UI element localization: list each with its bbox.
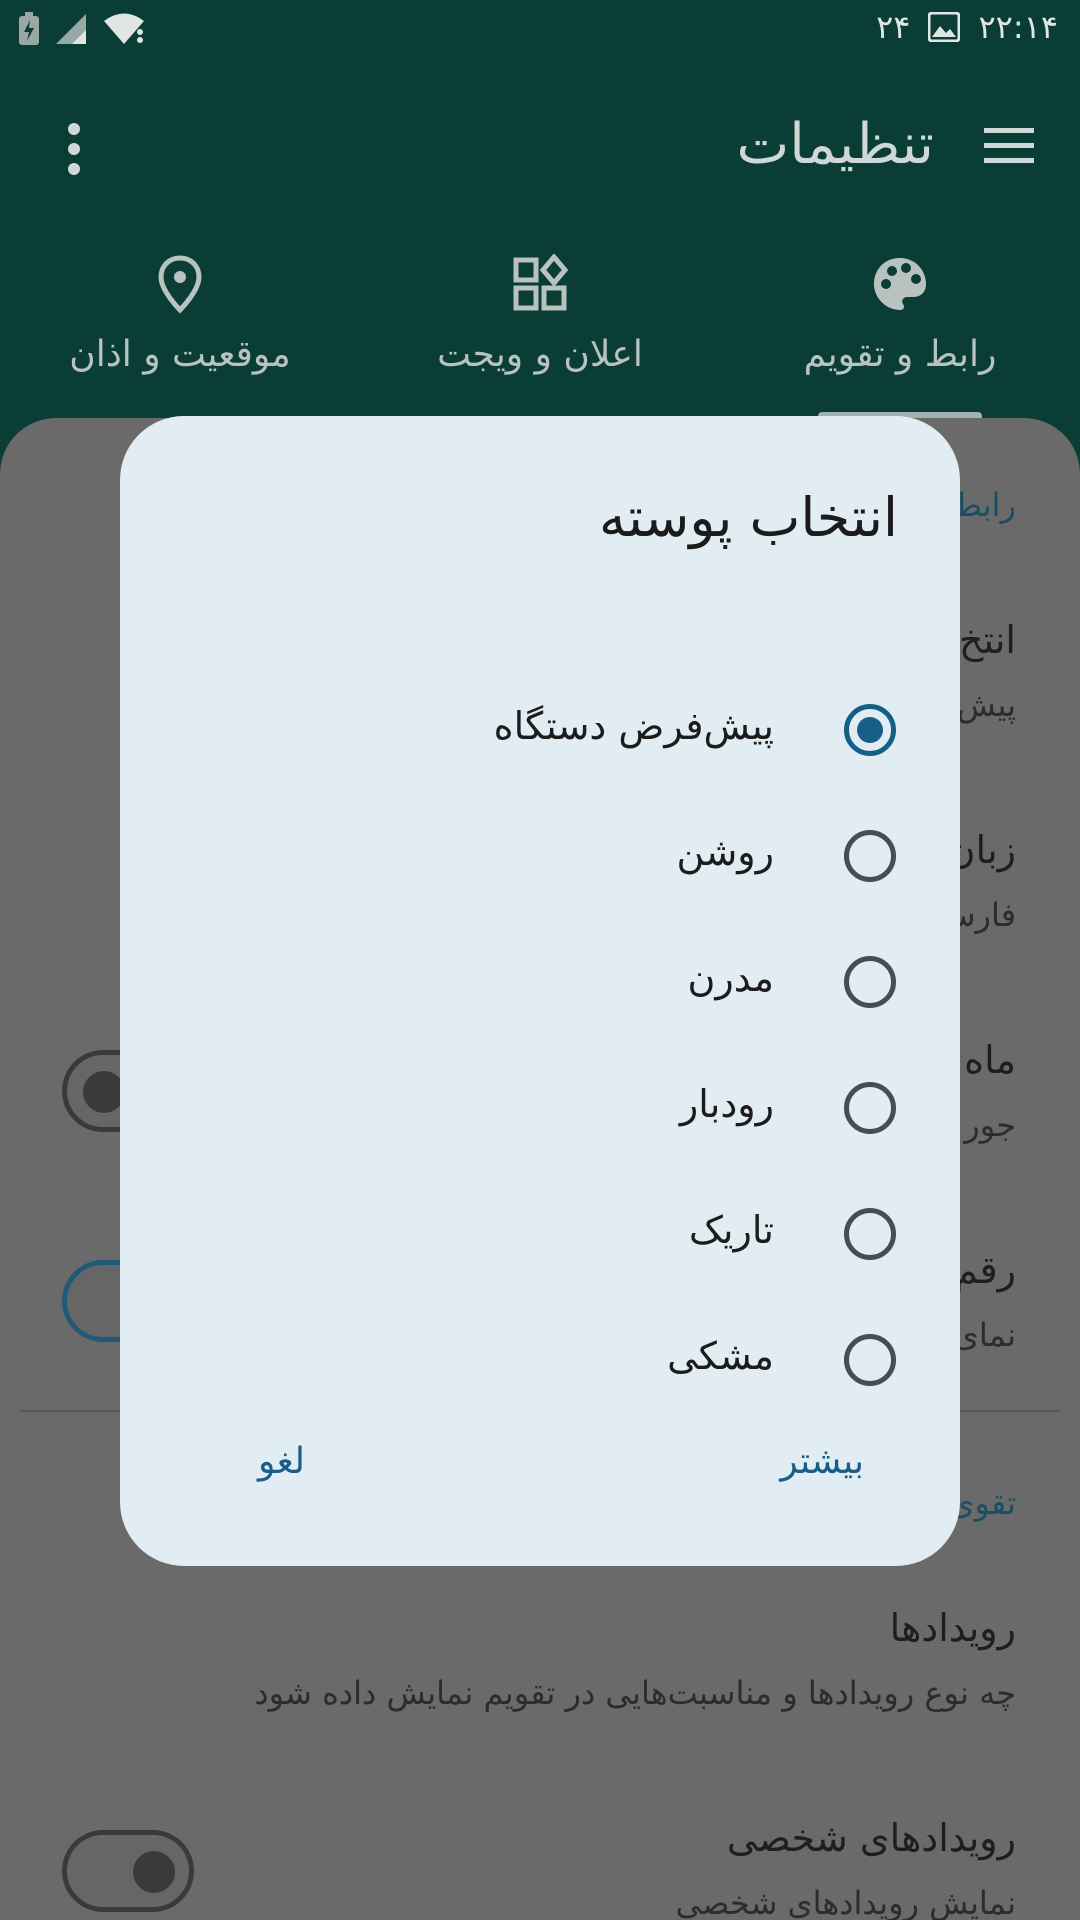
hamburger-menu-icon[interactable] bbox=[984, 126, 1034, 166]
tab-notification-widget[interactable]: اعلان و ویجت bbox=[380, 232, 700, 412]
theme-option-dark[interactable]: تاریک bbox=[196, 1184, 896, 1284]
tab-location-azan[interactable]: موقعیت و اذان bbox=[20, 232, 340, 412]
status-time: ۲۲:۱۴ bbox=[978, 8, 1058, 46]
dialog-title: انتخاب پوسته bbox=[598, 486, 898, 549]
theme-dialog: انتخاب پوسته پیش‌فرض دستگاه روشن مدرن رو… bbox=[120, 416, 960, 1566]
radio-button[interactable] bbox=[844, 830, 896, 882]
battery-charging-icon bbox=[19, 12, 39, 45]
setting-subtitle: جور bbox=[964, 1106, 1016, 1144]
toggle-knob bbox=[83, 1071, 125, 1113]
personal-events-subtitle: نمایش رویدادهای شخصی bbox=[675, 1884, 1016, 1920]
status-icons-right: ۲۴ ۲۲:۱۴ bbox=[876, 8, 1058, 46]
option-label: روشن bbox=[676, 830, 774, 874]
setting-subtitle: نمای bbox=[953, 1316, 1016, 1354]
tab-label: اعلان و ویجت bbox=[437, 334, 643, 375]
option-label: تاریک bbox=[688, 1208, 774, 1252]
signal-icon bbox=[56, 14, 86, 44]
setting-subtitle: پیش bbox=[956, 686, 1016, 724]
personal-events-title[interactable]: رویدادهای شخصی bbox=[727, 1816, 1016, 1860]
settings-tabs: رابط و تقویم اعلان و ویجت موقعیت و اذان bbox=[0, 232, 1080, 422]
radio-button[interactable] bbox=[844, 1082, 896, 1134]
setting-title[interactable]: رقم bbox=[954, 1248, 1016, 1292]
option-label: مدرن bbox=[687, 956, 774, 1000]
palette-icon bbox=[874, 258, 926, 310]
option-label: پیش‌فرض دستگاه bbox=[493, 704, 774, 748]
section-header-interface: رابط bbox=[952, 486, 1016, 524]
more-button[interactable]: بیشتر bbox=[780, 1441, 864, 1482]
personal-events-toggle[interactable] bbox=[62, 1830, 194, 1912]
radio-button[interactable] bbox=[844, 956, 896, 1008]
theme-option-roudbar[interactable]: رودبار bbox=[196, 1058, 896, 1158]
option-label: رودبار bbox=[679, 1082, 774, 1126]
image-icon bbox=[928, 12, 961, 42]
setting-title[interactable]: ماه bbox=[964, 1038, 1016, 1082]
status-icons-left bbox=[18, 12, 146, 46]
location-pin-icon bbox=[158, 255, 202, 314]
tab-interface-calendar[interactable]: رابط و تقویم bbox=[740, 232, 1060, 412]
theme-option-device-default[interactable]: پیش‌فرض دستگاه bbox=[196, 680, 896, 780]
radio-button[interactable] bbox=[844, 1208, 896, 1260]
more-options-icon[interactable] bbox=[62, 122, 86, 176]
tab-label: رابط و تقویم bbox=[803, 334, 997, 375]
events-subtitle: چه نوع رویدادها و مناسبت‌هایی در تقویم ن… bbox=[254, 1674, 1016, 1712]
events-title[interactable]: رویدادها bbox=[890, 1606, 1016, 1650]
page-title: تنظیمات bbox=[736, 112, 934, 177]
widgets-icon bbox=[513, 254, 569, 311]
setting-title[interactable]: انتخ bbox=[959, 618, 1016, 662]
cancel-button[interactable]: لغو bbox=[258, 1441, 305, 1482]
tab-label: موقعیت و اذان bbox=[69, 334, 291, 375]
radio-button[interactable] bbox=[844, 1334, 896, 1386]
theme-option-modern[interactable]: مدرن bbox=[196, 932, 896, 1032]
app-bar: تنظیمات bbox=[0, 62, 1080, 232]
wifi-icon bbox=[104, 13, 144, 44]
radio-button-selected[interactable] bbox=[844, 704, 896, 756]
option-label: مشکی bbox=[667, 1334, 774, 1378]
calendar-day-badge: ۲۴ bbox=[876, 8, 911, 46]
toggle-knob bbox=[133, 1851, 175, 1893]
status-bar: ۲۴ ۲۲:۱۴ bbox=[0, 0, 1080, 62]
theme-option-black[interactable]: مشکی bbox=[196, 1310, 896, 1410]
theme-option-light[interactable]: روشن bbox=[196, 806, 896, 906]
